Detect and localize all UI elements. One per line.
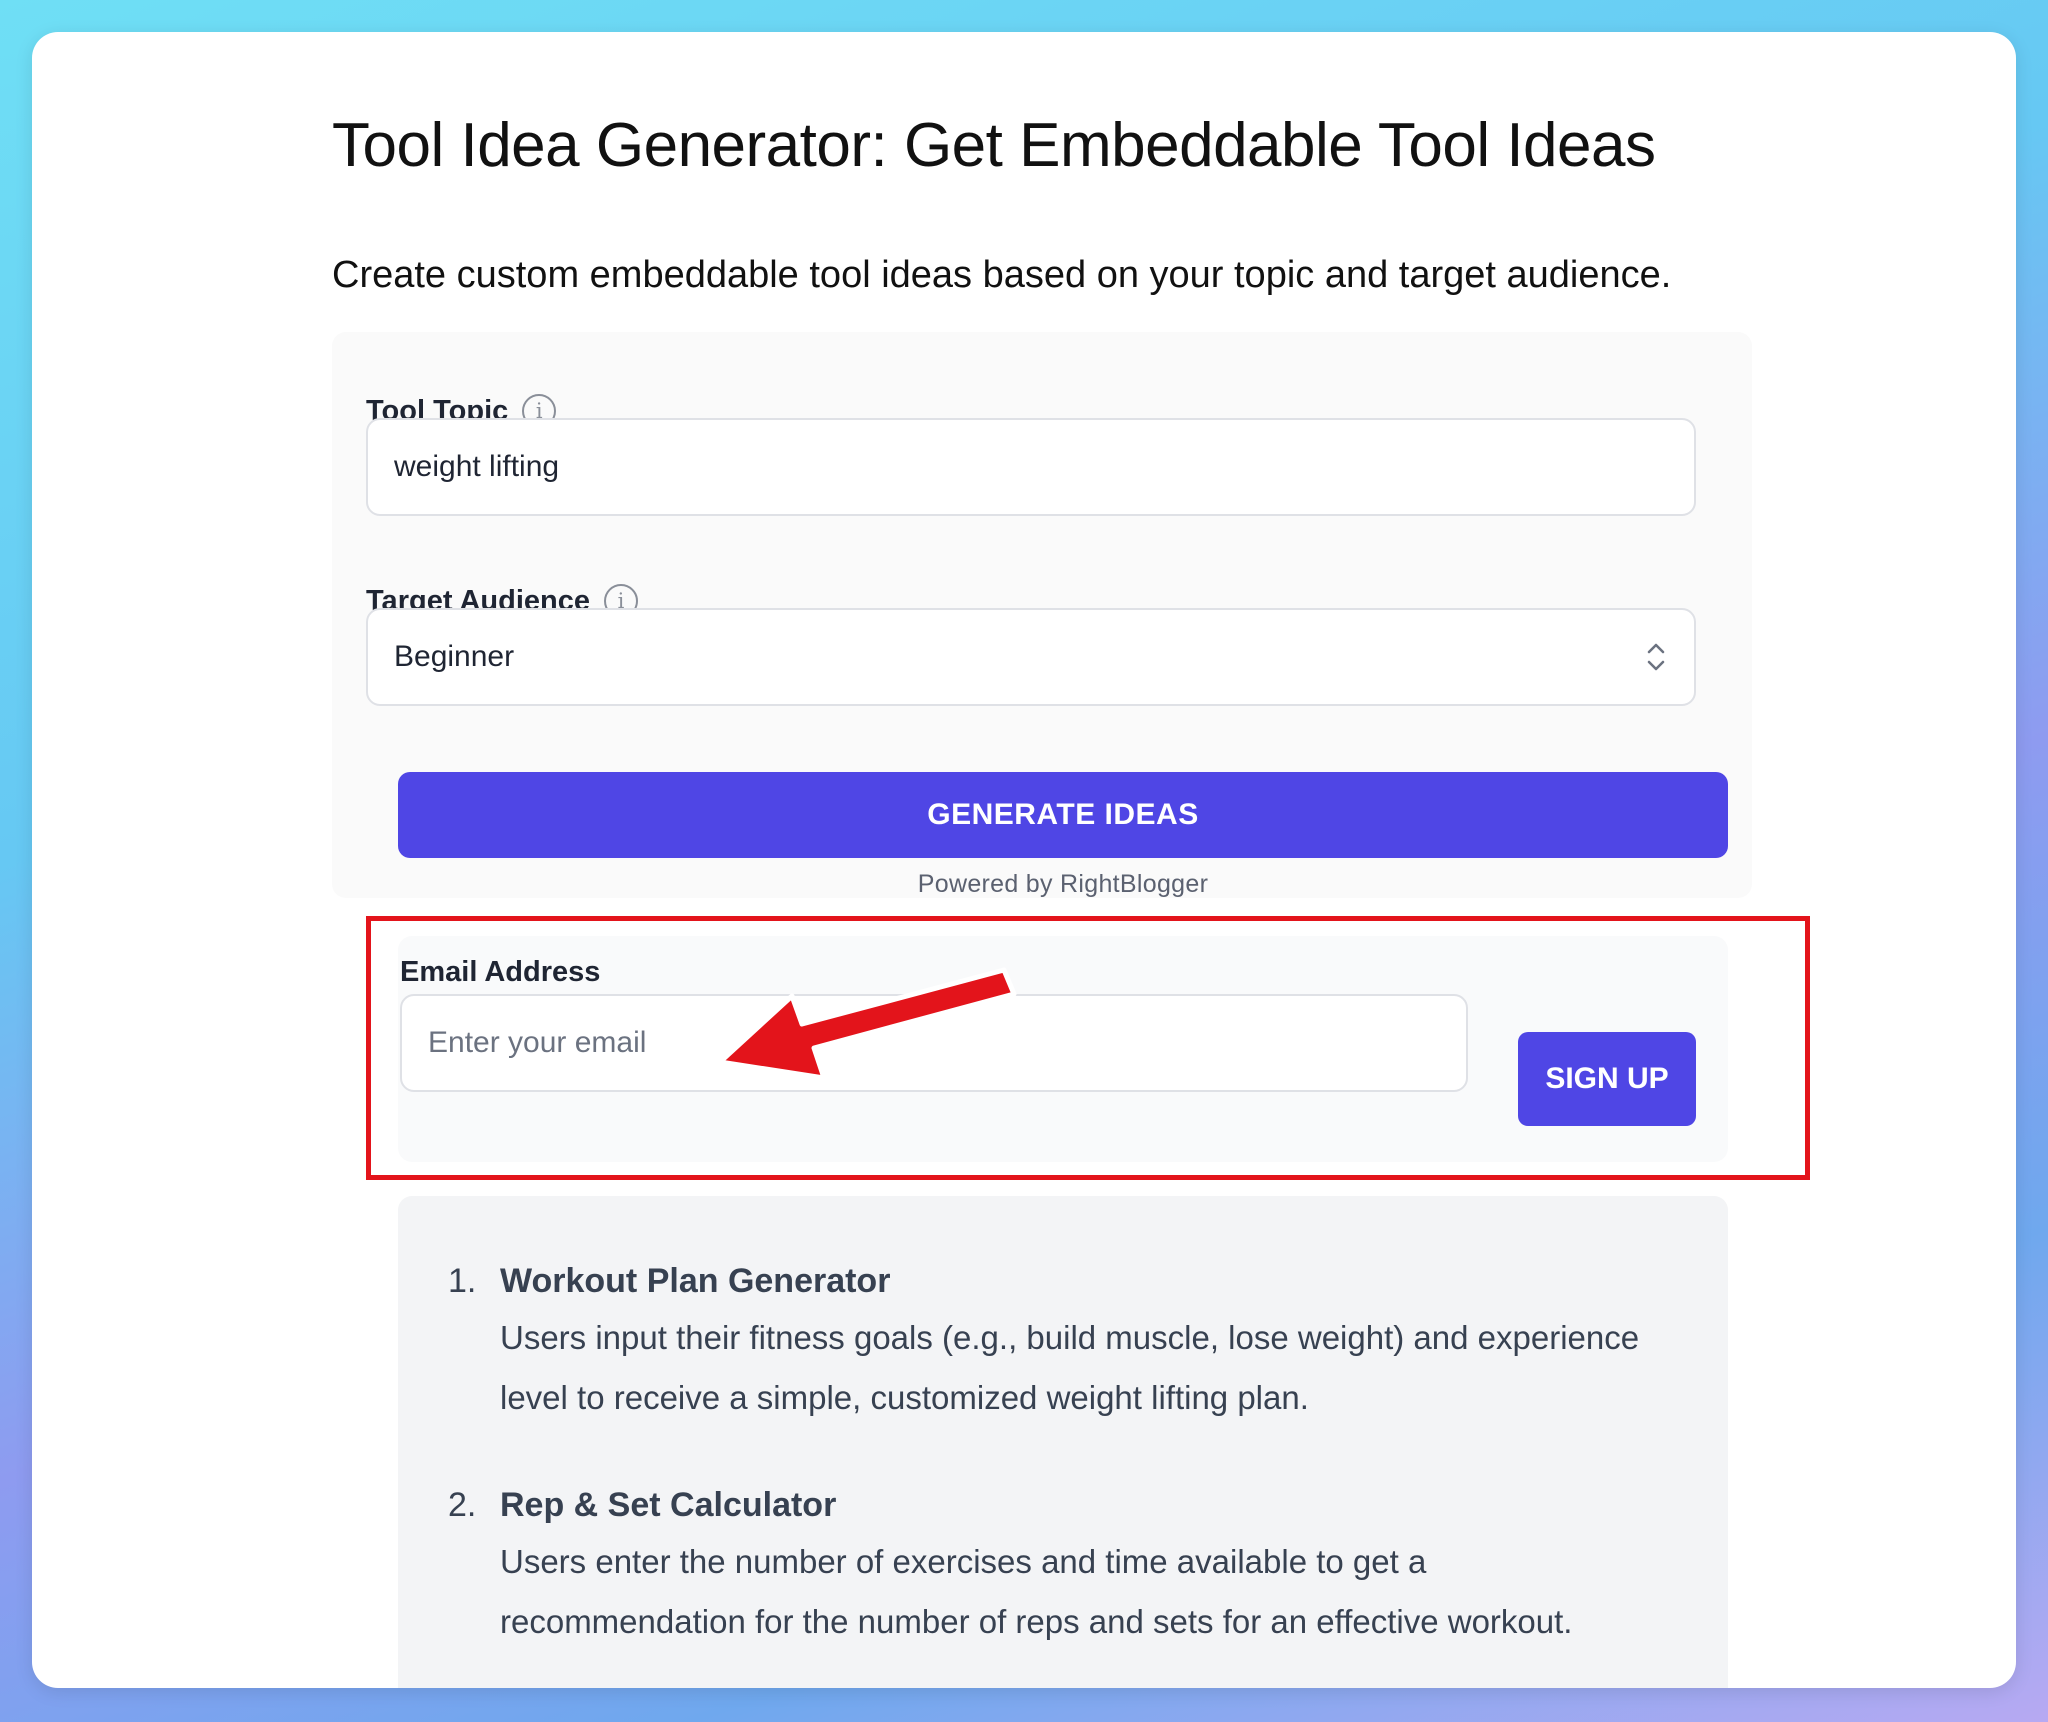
- results-panel: 1. Workout Plan Generator Users input th…: [398, 1196, 1728, 1688]
- idea-number: 1.: [448, 1262, 477, 1300]
- powered-by-text: Powered by RightBlogger: [917, 870, 1209, 898]
- sign-up-button[interactable]: SIGN UP: [1518, 1032, 1696, 1126]
- main-card: Tool Idea Generator: Get Embeddable Tool…: [32, 32, 2016, 1688]
- page-subtitle: Create custom embeddable tool ideas base…: [332, 254, 1672, 296]
- idea-description: Users input their fitness goals (e.g., b…: [500, 1319, 1640, 1416]
- target-audience-select[interactable]: Beginner: [366, 608, 1696, 706]
- idea-description: Users enter the number of exercises and …: [500, 1543, 1573, 1640]
- email-address-label-text: Email Address: [400, 956, 601, 988]
- annotation-arrow-icon: [717, 967, 1017, 1081]
- email-address-label: Email Address: [400, 956, 600, 989]
- idea-title: Rep & Set Calculator: [500, 1486, 837, 1524]
- tool-topic-input[interactable]: [366, 418, 1696, 516]
- target-audience-value: Beginner: [394, 640, 515, 673]
- page-title: Tool Idea Generator: Get Embeddable Tool…: [332, 111, 1656, 180]
- idea-number: 2.: [448, 1486, 477, 1524]
- generate-ideas-button[interactable]: GENERATE IDEAS: [398, 772, 1728, 858]
- idea-title: Workout Plan Generator: [500, 1262, 891, 1300]
- chevron-up-down-icon: [1647, 643, 1665, 671]
